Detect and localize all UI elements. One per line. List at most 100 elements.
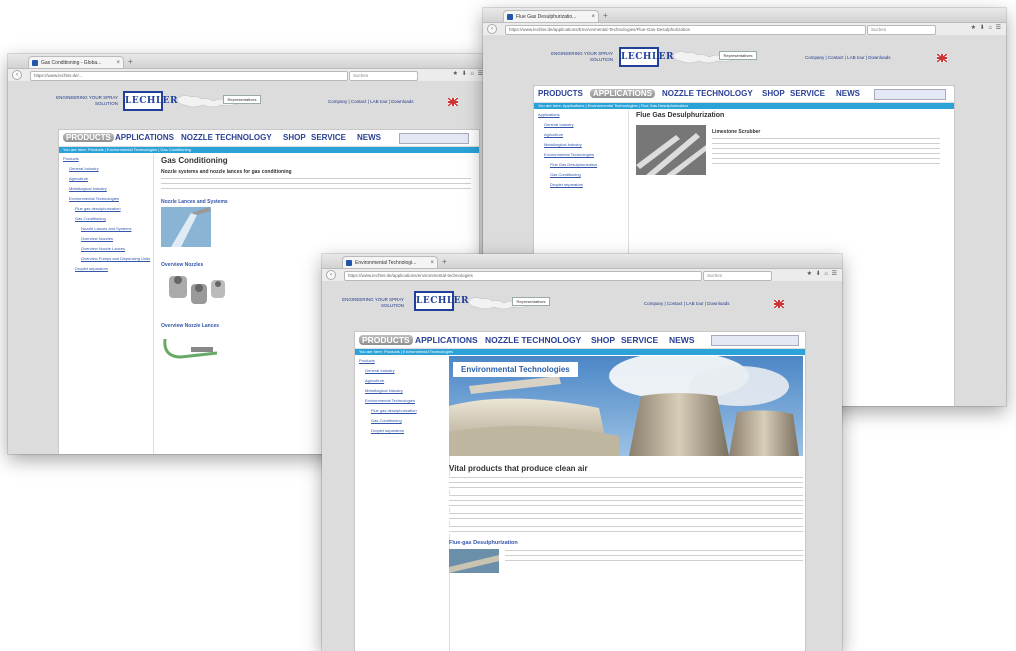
sidebar-item[interactable]: Environmental Technologies: [63, 194, 153, 204]
nav-products[interactable]: PRODUCTS: [359, 335, 413, 345]
tab-title: Environmental Technologi...: [355, 260, 417, 266]
site-header: ENGINEERING YOUR SPRAY SOLUTION LECHLER …: [8, 81, 488, 125]
back-arrow-icon[interactable]: ‹: [12, 70, 22, 80]
sidebar-item[interactable]: Gas Conditioning: [538, 170, 628, 180]
top-links[interactable]: Company | Contact | LAB tour | Downloads: [328, 99, 414, 104]
nav-nozzle-technology[interactable]: NOZZLE TECHNOLOGY: [662, 89, 753, 98]
back-arrow-icon[interactable]: ‹: [326, 270, 336, 280]
toolbar-icons[interactable]: ★ ⬇ ⌂ ☰: [807, 270, 838, 277]
tab-environmental[interactable]: Environmental Technologi... ×: [342, 256, 438, 268]
sidebar-item[interactable]: Gas Conditioning: [63, 214, 153, 224]
nav-nozzle-technology[interactable]: NOZZLE TECHNOLOGY: [181, 133, 272, 142]
uk-flag-icon[interactable]: [937, 54, 947, 62]
site-search-input[interactable]: [874, 89, 946, 100]
sidebar-item[interactable]: Agriculture: [538, 130, 628, 140]
sidebar-item[interactable]: Overview Nozzles: [63, 234, 153, 244]
nav-shop[interactable]: SHOP: [283, 133, 306, 142]
page-viewport: ENGINEERING YOUR SPRAY SOLUTION LECHLER …: [322, 281, 842, 651]
sidebar-item[interactable]: Flue gas desulphurization: [359, 406, 449, 416]
nav-applications[interactable]: APPLICATIONS: [115, 133, 174, 142]
nav-news[interactable]: NEWS: [357, 133, 381, 142]
sidebar-item[interactable]: Flue gas desulphurization: [63, 204, 153, 214]
sidebar-item[interactable]: Droplet separators: [359, 426, 449, 436]
sidebar-item[interactable]: General Industry: [538, 120, 628, 130]
close-tab-icon[interactable]: ×: [591, 11, 595, 22]
sidebar-item[interactable]: General Industry: [359, 366, 449, 376]
sidebar-item[interactable]: Agriculture: [359, 376, 449, 386]
hero-image: Environmental Technologies: [449, 356, 803, 456]
url-field[interactable]: https://www.lechler.de/applications/Envi…: [505, 25, 866, 35]
nav-news[interactable]: NEWS: [669, 335, 695, 345]
sidebar-item[interactable]: General Industry: [63, 164, 153, 174]
tab-flue-gas[interactable]: Flue Gas Desulphurizatio... ×: [503, 10, 599, 22]
top-links[interactable]: Company | Contact | LAB tour | Downloads: [644, 301, 730, 306]
url-field[interactable]: https://www.lechler.de/applications/envi…: [344, 271, 702, 281]
main-nav: PRODUCTS APPLICATIONS NOZZLE TECHNOLOGY …: [534, 86, 954, 103]
nav-applications[interactable]: APPLICATIONS: [590, 89, 655, 98]
nav-shop[interactable]: SHOP: [591, 335, 615, 345]
toolbar-icons[interactable]: ★ ⬇ ⌂ ☰: [453, 70, 484, 77]
new-tab-icon[interactable]: +: [128, 57, 133, 66]
nav-service[interactable]: SERVICE: [790, 89, 825, 98]
search-field[interactable]: Suchen: [349, 71, 418, 81]
breadcrumb: You are here: Applications | Environment…: [534, 103, 954, 109]
nav-shop[interactable]: SHOP: [762, 89, 785, 98]
close-tab-icon[interactable]: ×: [430, 257, 434, 268]
site-search-input[interactable]: [399, 133, 469, 144]
browser-window-environmental[interactable]: Environmental Technologi... × + ‹ https:…: [322, 254, 842, 651]
sidebar-item[interactable]: Flue Gas Desulphurization: [538, 160, 628, 170]
section-heading[interactable]: Flue-gas Desulphurization: [449, 540, 803, 546]
new-tab-icon[interactable]: +: [603, 11, 608, 20]
sidebar: Products General Industry Agriculture Me…: [59, 154, 154, 454]
toolbar-icons[interactable]: ★ ⬇ ⌂ ☰: [971, 24, 1002, 31]
breadcrumb: You are here: Products | Environmental T…: [59, 147, 479, 153]
site-search-input[interactable]: [711, 335, 799, 346]
favicon-icon: [346, 260, 352, 266]
sidebar-item[interactable]: Products: [63, 154, 153, 164]
sidebar-item[interactable]: Droplet separators: [538, 180, 628, 190]
back-arrow-icon[interactable]: ‹: [487, 24, 497, 34]
top-links[interactable]: Company | Contact | LAB tour | Downloads: [805, 55, 891, 60]
lechler-logo[interactable]: LECHLER: [123, 91, 178, 111]
main-nav: PRODUCTS APPLICATIONS NOZZLE TECHNOLOGY …: [59, 130, 479, 147]
breadcrumb: You are here: Products | Environmental T…: [355, 349, 805, 355]
hero-caption: Environmental Technologies: [453, 362, 578, 377]
nav-nozzle-technology[interactable]: NOZZLE TECHNOLOGY: [485, 335, 581, 345]
sidebar-item[interactable]: Gas Conditioning: [359, 416, 449, 426]
nav-products[interactable]: PRODUCTS: [538, 89, 583, 98]
search-field[interactable]: Suchen: [867, 25, 936, 35]
new-tab-icon[interactable]: +: [442, 257, 447, 266]
uk-flag-icon[interactable]: [448, 98, 458, 106]
close-tab-icon[interactable]: ×: [116, 57, 120, 68]
nav-products[interactable]: PRODUCTS: [63, 133, 114, 142]
sidebar-item[interactable]: Overview Nozzle Lances: [63, 244, 153, 254]
sidebar-item[interactable]: Nozzle Lances and Systems: [63, 224, 153, 234]
sidebar-item[interactable]: Products: [359, 356, 449, 366]
nav-service[interactable]: SERVICE: [311, 133, 346, 142]
uk-flag-icon[interactable]: [774, 300, 784, 308]
sidebar: Products General Industry Agriculture Me…: [355, 356, 450, 651]
lechler-logo[interactable]: LECHLER: [619, 47, 674, 67]
section-heading[interactable]: Nozzle Lances and Systems: [161, 199, 471, 205]
sidebar-item[interactable]: Droplet separators: [63, 264, 153, 274]
sidebar-item[interactable]: Agriculture: [63, 174, 153, 184]
sidebar-item[interactable]: Environmental Technologies: [359, 396, 449, 406]
representatives-select[interactable]: Representatives: [223, 95, 261, 104]
sidebar-item[interactable]: Overview Pumps and Dispensing Units: [63, 254, 153, 264]
representatives-select[interactable]: Representatives: [719, 51, 757, 60]
representatives-select[interactable]: Representatives: [512, 297, 550, 306]
url-field[interactable]: https://www.lechler.de/...: [30, 71, 348, 81]
sidebar-item[interactable]: Applications: [538, 110, 628, 120]
sidebar-item[interactable]: Metallurgical Industry: [538, 140, 628, 150]
sidebar-item[interactable]: Metallurgical Industry: [63, 184, 153, 194]
paragraph-1: [449, 476, 803, 490]
limestone-text: Limestone Scrubber: [712, 129, 940, 165]
search-field[interactable]: Suchen: [703, 271, 772, 281]
nav-news[interactable]: NEWS: [836, 89, 860, 98]
nav-applications[interactable]: APPLICATIONS: [415, 335, 478, 345]
sidebar-item[interactable]: Metallurgical Industry: [359, 386, 449, 396]
nav-service[interactable]: SERVICE: [621, 335, 658, 345]
sidebar-item[interactable]: Environmental Technologies: [538, 150, 628, 160]
lechler-logo[interactable]: LECHLER: [414, 291, 469, 311]
tab-gas-conditioning[interactable]: Gas Conditioning - Globa... ×: [28, 56, 124, 68]
